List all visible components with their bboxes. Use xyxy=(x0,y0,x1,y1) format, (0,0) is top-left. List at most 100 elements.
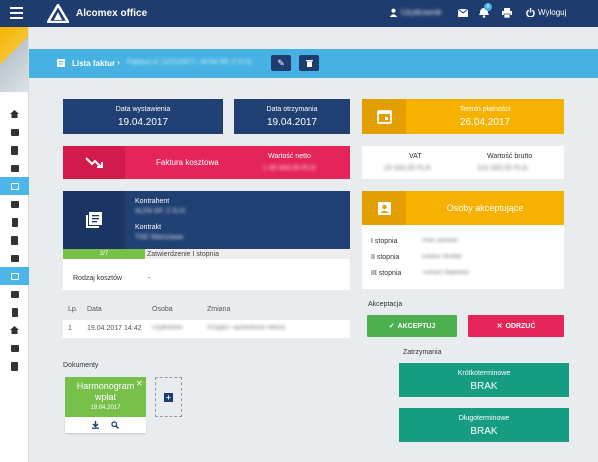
table-header-person: Osoba xyxy=(152,306,173,313)
sidebar-item-book-3[interactable] xyxy=(0,357,29,375)
person-icon-box xyxy=(362,191,406,225)
vat-label: VAT xyxy=(409,153,422,160)
approver-level: I stopnia xyxy=(371,238,398,245)
documents-title: Dokumenty xyxy=(63,362,99,369)
sidebar-item-home[interactable] xyxy=(0,105,29,123)
received-date-label: Data otrzymania xyxy=(266,106,318,113)
accept-label: AKCEPTUJ xyxy=(397,322,436,330)
user-menu[interactable]: Użytkownik xyxy=(389,8,441,17)
notifications-button[interactable]: 0 xyxy=(479,3,492,19)
sidebar-item-invoices-2[interactable] xyxy=(0,267,29,285)
reject-button[interactable]: ✕ ODRZUĆ xyxy=(468,315,564,337)
long-term-label: Długoterminowe xyxy=(458,415,510,422)
sidebar-item-briefcase-2[interactable] xyxy=(0,249,29,267)
row-lp: 1 xyxy=(68,325,72,332)
gross-value: 102 000,00 PLN xyxy=(477,165,528,172)
sidebar-item-invoices[interactable] xyxy=(0,177,29,195)
approvers-header: Osoby akceptujące xyxy=(362,191,564,225)
briefcase-icon xyxy=(10,254,19,262)
long-term-value: BRAK xyxy=(470,426,498,437)
trend-down-icon-box xyxy=(63,146,125,179)
reject-label: ODRZUĆ xyxy=(505,322,536,330)
issue-date-label: Data wystawienia xyxy=(115,106,171,113)
invoice-type: Faktura kosztowa xyxy=(156,158,219,167)
contractor-card: Kontrahent ALFA SP. Z O.O. Kontrakt TSE … xyxy=(63,191,350,249)
chat-icon xyxy=(10,128,19,136)
approver-level: III stopnia xyxy=(371,270,402,277)
approver-name: Tomasz Malewski xyxy=(422,270,470,276)
sidebar-item-home-2[interactable] xyxy=(0,321,29,339)
net-value: 1 00 000,00 PLN xyxy=(263,165,316,172)
sidebar-item-briefcase[interactable] xyxy=(0,159,29,177)
approver-name: Piotr Jasiński xyxy=(422,238,458,244)
issue-date-card: Data wystawienia 19.04.2017 xyxy=(63,99,223,134)
printer-icon[interactable] xyxy=(502,8,512,18)
book-icon xyxy=(11,235,18,245)
received-date-card: Data otrzymania 19.04.2017 xyxy=(234,99,350,134)
sidebar-hero-image xyxy=(0,27,28,92)
calendar-icon-box xyxy=(362,99,406,134)
holds-title: Zatrzymania xyxy=(403,349,442,356)
download-icon[interactable] xyxy=(92,421,99,429)
sidebar-item-book[interactable] xyxy=(0,141,29,159)
sidebar-item-download[interactable] xyxy=(0,195,29,213)
person-icon xyxy=(377,201,391,215)
sidebar xyxy=(0,27,29,462)
document-card[interactable]: Harmonogram wpłat 19.04.2017 ✕ xyxy=(65,377,146,417)
table-header-change: Zmiana xyxy=(207,306,231,313)
logout-button[interactable]: Wyloguj xyxy=(526,8,566,17)
add-document-button[interactable]: + xyxy=(155,377,182,417)
sidebar-item-messages[interactable] xyxy=(0,123,29,141)
sidebar-item-book-2[interactable] xyxy=(0,231,29,249)
breadcrumb-invoice-list-link[interactable]: Lista faktur xyxy=(72,59,115,68)
power-icon xyxy=(526,8,535,17)
remove-document-icon[interactable]: ✕ xyxy=(136,379,143,388)
breadcrumb-current: Faktura nr 11/11/2017 - ALFA SP. Z O.O. xyxy=(127,59,253,66)
plus-icon: + xyxy=(164,392,173,402)
cost-type-value: - xyxy=(148,275,151,282)
long-term-hold-card: Długoterminowe BRAK xyxy=(399,408,569,442)
document-actions xyxy=(65,417,146,433)
document-icon-box xyxy=(63,191,125,249)
delete-button[interactable] xyxy=(299,55,319,71)
sidebar-item-building[interactable] xyxy=(0,213,29,231)
contractor-label: Kontrahent xyxy=(135,198,170,205)
vat-gross-card: VAT 24 000,00 PLN Wartość brutto 102 000… xyxy=(362,146,564,179)
net-value-label: Wartość netto xyxy=(268,153,311,160)
document-date: 19.04.2017 xyxy=(90,405,121,411)
chevron-right-icon: › xyxy=(117,57,120,67)
alcomex-logo-icon[interactable] xyxy=(47,4,69,23)
sidebar-item-messages-2[interactable] xyxy=(0,339,29,357)
edit-button[interactable]: ✎ xyxy=(271,55,291,71)
sidebar-item-download-2[interactable] xyxy=(0,285,29,303)
contract-label: Kontrakt xyxy=(135,224,162,231)
close-icon: ✕ xyxy=(496,323,503,330)
approver-level: II stopnia xyxy=(371,254,400,261)
sidebar-item-building-2[interactable] xyxy=(0,303,29,321)
briefcase-icon xyxy=(10,164,19,172)
hamburger-menu-icon[interactable] xyxy=(10,7,23,19)
book-icon xyxy=(11,145,18,155)
approval-status-panel: 2/7 Zatwierdzenie I stopnia Rodzaj koszt… xyxy=(63,249,350,290)
chat-icon xyxy=(10,344,19,352)
approver-name: Łukasz Wróbel xyxy=(422,254,462,260)
user-name: Użytkownik xyxy=(401,8,442,17)
vat-value: 24 000,00 PLN xyxy=(384,165,431,172)
approvers-title: Osoby akceptujące xyxy=(446,203,524,213)
search-icon[interactable] xyxy=(111,421,119,429)
calendar-icon xyxy=(376,110,392,124)
mail-icon[interactable] xyxy=(458,9,468,17)
app-title: Alcomex office xyxy=(76,8,148,19)
archive-icon xyxy=(10,290,19,298)
building-icon xyxy=(11,217,18,227)
row-person: Użytkownik xyxy=(152,325,183,331)
contract-value: TSE Warszawa xyxy=(135,234,183,241)
approvers-list: I stopnia Piotr Jasiński II stopnia Łuka… xyxy=(362,225,564,289)
home-icon xyxy=(10,110,19,118)
check-icon: ✓ xyxy=(388,323,395,330)
row-change: Przyjęto i sprawdzono faktury xyxy=(207,325,286,331)
accept-button[interactable]: ✓ AKCEPTUJ xyxy=(367,315,457,337)
acceptance-title: Akceptacja xyxy=(368,301,403,308)
approval-progress-fill: 2/7 xyxy=(63,249,145,259)
book-icon xyxy=(11,361,18,371)
